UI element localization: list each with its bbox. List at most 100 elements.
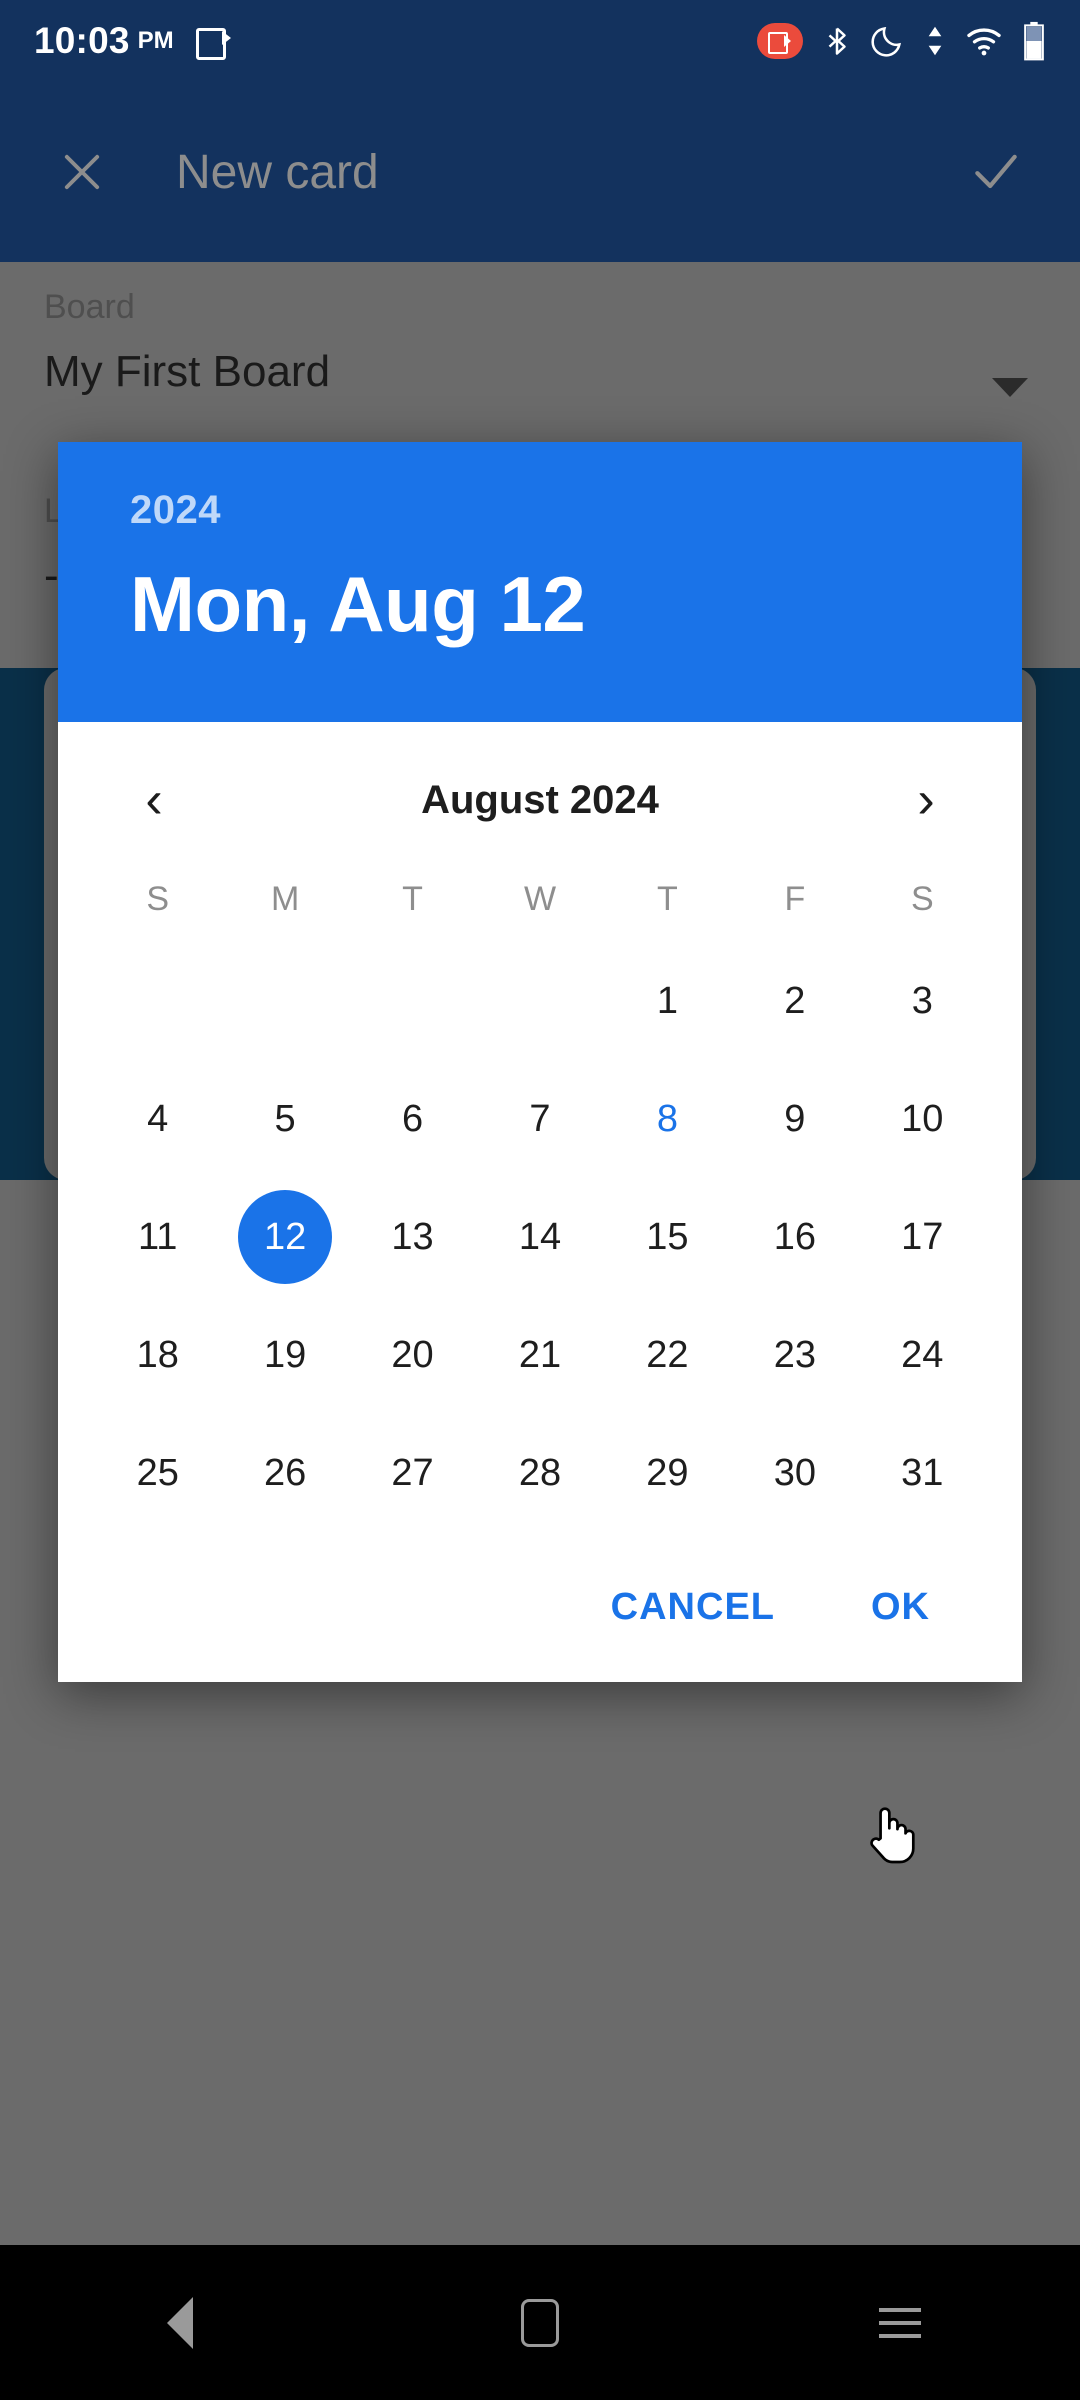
- calendar-empty-cell: [94, 942, 221, 1060]
- day-number[interactable]: 4: [111, 1072, 205, 1166]
- calendar-day-cell[interactable]: 16: [731, 1178, 858, 1296]
- day-number[interactable]: 18: [111, 1308, 205, 1402]
- day-number[interactable]: 16: [748, 1190, 842, 1284]
- date-picker-body: ‹ August 2024 › SMTWTFS 1 2 3 4 5 6 7 8 9 10 11 12 1…: [58, 722, 1022, 1532]
- calendar-day-cell[interactable]: 7: [476, 1060, 603, 1178]
- dialog-actions: CANCEL OK: [58, 1532, 1022, 1682]
- calendar-day-cell[interactable]: 14: [476, 1178, 603, 1296]
- weekday-label: M: [270, 879, 300, 918]
- calendar-day-cell[interactable]: 17: [859, 1178, 986, 1296]
- day-number[interactable]: 6: [366, 1072, 460, 1166]
- date-picker-header: 2024 Mon, Aug 12: [58, 442, 1022, 722]
- board-field[interactable]: Board My First Board: [44, 288, 330, 397]
- day-number[interactable]: 21: [493, 1308, 587, 1402]
- calendar-day-cell[interactable]: 4: [94, 1060, 221, 1178]
- day-number[interactable]: 26: [238, 1426, 332, 1520]
- day-number[interactable]: 24: [875, 1308, 969, 1402]
- day-number[interactable]: 23: [748, 1308, 842, 1402]
- mobile-data-icon: [928, 26, 942, 56]
- calendar-day-cell[interactable]: 26: [221, 1414, 348, 1532]
- selected-day[interactable]: 12: [238, 1190, 333, 1284]
- prev-month-chevron-icon[interactable]: ‹: [118, 764, 190, 836]
- weekday-label: S: [910, 879, 934, 918]
- day-number[interactable]: 2: [748, 954, 842, 1048]
- back-icon: [167, 2296, 193, 2349]
- day-number[interactable]: 17: [875, 1190, 969, 1284]
- calendar-day-cell[interactable]: 1: [604, 942, 731, 1060]
- board-dropdown-caret[interactable]: [992, 378, 1028, 397]
- cancel-button[interactable]: CANCEL: [583, 1568, 803, 1647]
- calendar-day-cell[interactable]: 27: [349, 1414, 476, 1532]
- confirm-check-icon[interactable]: [968, 144, 1024, 200]
- current-month-label: August 2024: [421, 777, 659, 822]
- recents-button[interactable]: [840, 2263, 960, 2383]
- calendar-day-cell[interactable]: 19: [221, 1296, 348, 1414]
- day-number[interactable]: 14: [493, 1190, 587, 1284]
- screen-record-icon: [757, 23, 803, 59]
- calendar-day-cell[interactable]: 28: [476, 1414, 603, 1532]
- calendar-day-cell[interactable]: 8: [604, 1060, 731, 1178]
- calendar-day-cell[interactable]: 10: [859, 1060, 986, 1178]
- day-number[interactable]: 22: [620, 1308, 714, 1402]
- calendar-day-cell[interactable]: 31: [859, 1414, 986, 1532]
- calendar-day-cell[interactable]: 21: [476, 1296, 603, 1414]
- calendar-day-cell[interactable]: 11: [94, 1178, 221, 1296]
- board-field-label: Board: [44, 288, 135, 326]
- calendar-grid: 1 2 3 4 5 6 7 8 9 10 11 12 13 14 15 16 17 18 19 20 21 22 23 24 2…: [94, 942, 986, 1532]
- calendar-day-cell[interactable]: 18: [94, 1296, 221, 1414]
- do-not-disturb-icon: [871, 27, 901, 57]
- calendar-day-cell[interactable]: 30: [731, 1414, 858, 1532]
- day-number[interactable]: 5: [238, 1072, 332, 1166]
- battery-icon: [1024, 21, 1044, 61]
- calendar-day-cell[interactable]: 29: [604, 1414, 731, 1532]
- weekday-label: W: [523, 879, 557, 918]
- day-number[interactable]: 11: [111, 1190, 205, 1284]
- selected-date-label[interactable]: Mon, Aug 12: [130, 559, 1022, 650]
- calendar-day-cell[interactable]: 3: [859, 942, 986, 1060]
- day-number[interactable]: 25: [111, 1426, 205, 1520]
- board-field-value: My First Board: [44, 347, 331, 396]
- calendar-day-cell[interactable]: 5: [221, 1060, 348, 1178]
- day-number[interactable]: 7: [493, 1072, 587, 1166]
- calendar-day-cell[interactable]: 24: [859, 1296, 986, 1414]
- next-month-chevron-icon[interactable]: ›: [890, 764, 962, 836]
- calendar-day-cell[interactable]: 6: [349, 1060, 476, 1178]
- day-number: [493, 954, 587, 1048]
- calendar-day-cell[interactable]: 15: [604, 1178, 731, 1296]
- day-number[interactable]: 27: [366, 1426, 460, 1520]
- close-icon[interactable]: [56, 146, 108, 198]
- status-time: 10:03: [34, 20, 130, 61]
- back-button[interactable]: [120, 2263, 240, 2383]
- day-number: [111, 954, 205, 1048]
- day-number[interactable]: 31: [875, 1426, 969, 1520]
- status-bar-right: [757, 21, 1046, 61]
- calendar-day-cell[interactable]: 2: [731, 942, 858, 1060]
- day-number[interactable]: 20: [366, 1308, 460, 1402]
- today-day[interactable]: 8: [620, 1072, 714, 1166]
- day-number[interactable]: 13: [366, 1190, 460, 1284]
- calendar-day-cell[interactable]: 22: [604, 1296, 731, 1414]
- status-bar: 10:03 PM: [0, 0, 1080, 82]
- day-number[interactable]: 15: [620, 1190, 714, 1284]
- wifi-icon: [967, 28, 1001, 56]
- calendar-day-cell[interactable]: 13: [349, 1178, 476, 1296]
- calendar-day-cell[interactable]: 9: [731, 1060, 858, 1178]
- day-number[interactable]: 19: [238, 1308, 332, 1402]
- day-number[interactable]: 9: [748, 1072, 842, 1166]
- day-number[interactable]: 30: [748, 1426, 842, 1520]
- day-number[interactable]: 29: [620, 1426, 714, 1520]
- day-number[interactable]: 10: [875, 1072, 969, 1166]
- calendar-day-cell[interactable]: 23: [731, 1296, 858, 1414]
- day-number[interactable]: 28: [493, 1426, 587, 1520]
- home-button[interactable]: [480, 2263, 600, 2383]
- ok-button[interactable]: OK: [843, 1568, 958, 1647]
- bluetooth-icon: [828, 27, 846, 55]
- day-number: [366, 954, 460, 1048]
- calendar-day-cell[interactable]: 25: [94, 1414, 221, 1532]
- calendar-day-cell[interactable]: 12: [221, 1178, 348, 1296]
- day-number[interactable]: 3: [875, 954, 969, 1048]
- selected-year[interactable]: 2024: [130, 488, 1022, 533]
- day-number[interactable]: 1: [620, 954, 714, 1048]
- weekday-label: S: [146, 879, 170, 918]
- calendar-day-cell[interactable]: 20: [349, 1296, 476, 1414]
